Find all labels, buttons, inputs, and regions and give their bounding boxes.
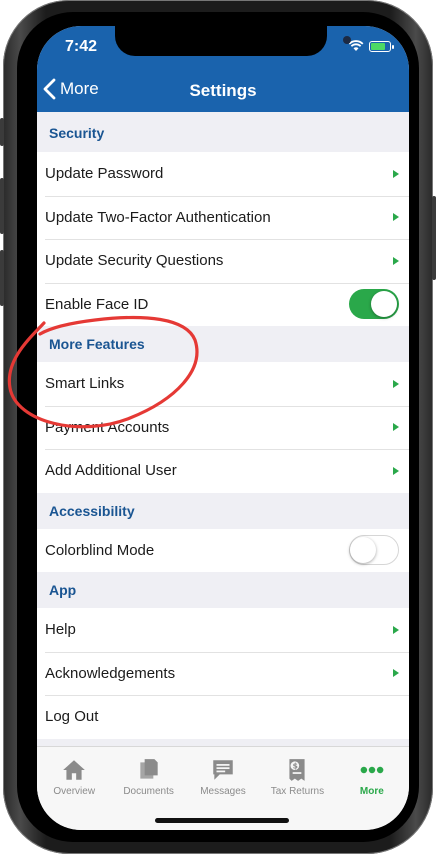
battery-icon xyxy=(369,40,394,52)
row-label: Log Out xyxy=(45,708,99,726)
app-group: Help Acknowledgements Log Out xyxy=(37,608,409,739)
smart-links-row[interactable]: Smart Links xyxy=(37,362,409,406)
tab-overview[interactable]: Overview xyxy=(37,747,111,830)
home-indicator xyxy=(155,818,289,823)
chevron-right-icon xyxy=(393,379,399,388)
section-header-more-features: More Features xyxy=(37,326,409,362)
tax-return-icon: $ xyxy=(289,759,306,781)
colorblind-mode-toggle[interactable] xyxy=(349,535,399,566)
row-label: Help xyxy=(45,621,76,639)
row-label: Update Password xyxy=(45,165,164,183)
section-header-app: App xyxy=(37,572,409,608)
chevron-right-icon xyxy=(393,213,399,222)
enable-face-id-row: Enable Face ID xyxy=(37,282,409,326)
volume-down-button xyxy=(0,250,4,306)
power-button xyxy=(432,196,436,280)
page-title: Settings xyxy=(189,81,257,100)
chevron-right-icon xyxy=(393,256,399,265)
toggle-knob xyxy=(350,536,376,563)
svg-text:$: $ xyxy=(293,761,298,770)
help-row[interactable]: Help xyxy=(37,608,409,652)
add-additional-user-row[interactable]: Add Additional User xyxy=(37,449,409,493)
message-icon xyxy=(213,760,233,780)
volume-up-button xyxy=(0,178,4,234)
acknowledgements-row[interactable]: Acknowledgements xyxy=(37,651,409,695)
screen: 7:42 More Settings Security Update Passw… xyxy=(37,26,409,830)
notch xyxy=(115,26,351,56)
row-label: Update Security Questions xyxy=(45,252,224,270)
log-out-row[interactable]: Log Out xyxy=(37,695,409,739)
more-dots-icon xyxy=(360,766,384,774)
tab-label: Overview xyxy=(53,786,96,797)
tab-label: Tax Returns xyxy=(270,786,325,797)
silent-switch xyxy=(0,118,4,146)
status-icons xyxy=(348,40,394,52)
row-label: Colorblind Mode xyxy=(45,541,155,559)
chevron-right-icon xyxy=(393,466,399,475)
row-label: Enable Face ID xyxy=(45,295,149,313)
row-label: Add Additional User xyxy=(45,462,177,480)
nav-bar: More Settings xyxy=(37,70,409,112)
camera xyxy=(343,36,351,44)
colorblind-mode-row: Colorblind Mode xyxy=(37,528,409,572)
chevron-right-icon xyxy=(393,669,399,678)
more-features-group: Smart Links Payment Accounts Add Additio… xyxy=(37,362,409,493)
row-label: Update Two-Factor Authentication xyxy=(45,208,271,226)
settings-list: Security Update Password Update Two-Fact… xyxy=(37,112,409,739)
chevron-right-icon xyxy=(393,423,399,432)
status-time: 7:42 xyxy=(65,38,98,55)
update-password-row[interactable]: Update Password xyxy=(37,152,409,196)
row-label: Smart Links xyxy=(45,375,125,393)
tab-label: Documents xyxy=(123,786,174,797)
chevron-right-icon xyxy=(393,625,399,634)
documents-icon xyxy=(139,759,158,779)
section-header-accessibility: Accessibility xyxy=(37,492,409,529)
tab-more[interactable]: More xyxy=(335,747,409,830)
tab-label: Messages xyxy=(200,786,246,797)
home-icon xyxy=(63,760,86,780)
row-label: Acknowledgements xyxy=(45,664,176,682)
update-two-factor-row[interactable]: Update Two-Factor Authentication xyxy=(37,195,409,239)
tab-label: More xyxy=(359,786,384,797)
payment-accounts-row[interactable]: Payment Accounts xyxy=(37,405,409,449)
chevron-right-icon xyxy=(393,169,399,178)
face-id-toggle[interactable] xyxy=(349,289,399,320)
row-label: Payment Accounts xyxy=(45,418,170,436)
security-group: Update Password Update Two-Factor Authen… xyxy=(37,152,409,326)
update-security-questions-row[interactable]: Update Security Questions xyxy=(37,239,409,283)
toggle-knob xyxy=(371,291,397,318)
section-header-security: Security xyxy=(37,112,409,152)
accessibility-group: Colorblind Mode xyxy=(37,528,409,572)
